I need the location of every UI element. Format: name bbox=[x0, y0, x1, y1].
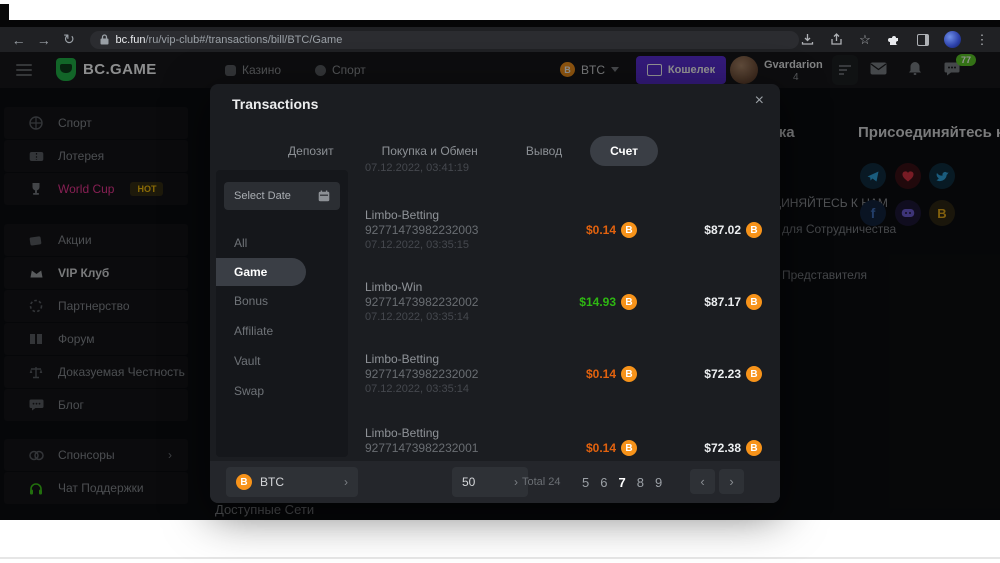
page-size-selector[interactable]: 50 › bbox=[452, 467, 528, 497]
browser-reload-button[interactable]: ↻ bbox=[56, 31, 81, 48]
tx-name: Limbo-Betting bbox=[365, 426, 766, 440]
chevron-right-icon: › bbox=[344, 475, 348, 489]
tab-bill[interactable]: Счет bbox=[590, 136, 658, 166]
transactions-modal: Transactions × Депозит Покупка и Обмен В… bbox=[210, 84, 780, 503]
share-icon[interactable] bbox=[828, 32, 844, 48]
filter-all[interactable]: All bbox=[216, 228, 348, 258]
next-page-button[interactable]: › bbox=[719, 469, 744, 494]
page-size-value: 50 bbox=[462, 475, 475, 489]
tx-amount: $0.14B bbox=[586, 222, 637, 238]
bitcoin-icon: B bbox=[621, 222, 637, 238]
browser-forward-button[interactable]: → bbox=[31, 32, 56, 48]
browser-toolbar: ← → ↻ bc.fun/ru/vip-club#/transactions/b… bbox=[0, 27, 1000, 52]
bitcoin-icon: B bbox=[746, 440, 762, 456]
filter-panel: Select Date All Game Bonus Affiliate Vau… bbox=[216, 170, 348, 457]
tx-balance: $87.17B bbox=[704, 294, 762, 310]
window-tabstrip bbox=[0, 20, 1000, 27]
window-bottom-edge bbox=[0, 557, 1000, 559]
filter-game[interactable]: Game bbox=[216, 258, 306, 286]
transaction-row: Limbo-Win 92771473982232002 07.12.2022, … bbox=[365, 280, 766, 340]
tx-amount: $0.14B bbox=[586, 366, 637, 382]
modal-footer: B BTC › 50 › Total 24 5 6 7 8 9 ‹ › bbox=[210, 461, 780, 503]
bitcoin-icon: B bbox=[236, 474, 252, 490]
side-panel-icon[interactable] bbox=[915, 32, 931, 48]
tab-withdraw[interactable]: Вывод bbox=[506, 136, 582, 166]
bitcoin-icon: B bbox=[621, 440, 637, 456]
tx-date: 07.12.2022, 03:35:14 bbox=[365, 310, 766, 325]
browser-menu-icon[interactable]: ⋮ bbox=[974, 32, 990, 48]
tx-amount: $14.93B bbox=[579, 294, 637, 310]
pagination: 5 6 7 8 9 bbox=[582, 461, 662, 503]
filter-vault[interactable]: Vault bbox=[216, 346, 348, 376]
tx-balance: $72.38B bbox=[704, 440, 762, 456]
url-path: /ru/vip-club#/transactions/bill/BTC/Game bbox=[145, 34, 342, 46]
chevron-right-icon: › bbox=[729, 474, 733, 489]
bitcoin-icon: B bbox=[746, 366, 762, 382]
bitcoin-icon: B bbox=[746, 294, 762, 310]
bitcoin-icon: B bbox=[621, 366, 637, 382]
tab-deposit[interactable]: Депозит bbox=[268, 136, 354, 166]
chevron-left-icon: ‹ bbox=[700, 474, 704, 489]
footer-currency-label: BTC bbox=[260, 475, 284, 489]
address-bar[interactable]: bc.fun/ru/vip-club#/transactions/bill/BT… bbox=[90, 31, 799, 49]
page-number-current[interactable]: 7 bbox=[618, 475, 625, 490]
tx-balance: $72.23B bbox=[704, 366, 762, 382]
tx-name: Limbo-Win bbox=[365, 280, 766, 294]
prev-page-button[interactable]: ‹ bbox=[690, 469, 715, 494]
close-icon[interactable]: × bbox=[755, 92, 764, 110]
bookmark-star-icon[interactable]: ☆ bbox=[857, 32, 873, 48]
lock-icon bbox=[100, 34, 109, 45]
bitcoin-icon: B bbox=[621, 294, 637, 310]
tx-balance: $87.02B bbox=[704, 222, 762, 238]
page-number[interactable]: 6 bbox=[600, 475, 607, 490]
filter-bonus[interactable]: Bonus bbox=[216, 286, 348, 316]
filter-list: All Game Bonus Affiliate Vault Swap bbox=[216, 228, 348, 406]
filter-swap[interactable]: Swap bbox=[216, 376, 348, 406]
page-number[interactable]: 9 bbox=[655, 475, 662, 490]
browser-back-button[interactable]: ← bbox=[6, 32, 31, 48]
tx-amount: $0.14B bbox=[586, 440, 637, 456]
calendar-icon bbox=[318, 190, 330, 202]
filter-affiliate[interactable]: Affiliate bbox=[216, 316, 348, 346]
url-domain: bc.fun bbox=[116, 34, 146, 46]
browser-profile-avatar[interactable] bbox=[944, 31, 961, 48]
modal-title: Transactions bbox=[232, 96, 318, 112]
tx-name: Limbo-Betting bbox=[365, 208, 766, 222]
transaction-row: Limbo-Betting 92771473982232003 07.12.20… bbox=[365, 208, 766, 268]
footer-currency-selector[interactable]: B BTC › bbox=[226, 467, 358, 497]
tx-date: 07.12.2022, 03:35:14 bbox=[365, 382, 766, 397]
bitcoin-icon: B bbox=[746, 222, 762, 238]
tx-name: Limbo-Betting bbox=[365, 352, 766, 366]
page-number[interactable]: 5 bbox=[582, 475, 589, 490]
select-date-label: Select Date bbox=[234, 190, 291, 202]
chevron-right-icon: › bbox=[514, 475, 518, 489]
transaction-row: Limbo-Betting 92771473982232002 07.12.20… bbox=[365, 352, 766, 412]
page-number[interactable]: 8 bbox=[637, 475, 644, 490]
screenshot-root: ← → ↻ bc.fun/ru/vip-club#/transactions/b… bbox=[0, 0, 1000, 563]
download-icon[interactable] bbox=[799, 32, 815, 48]
browser-actions: ☆ ⋮ bbox=[799, 31, 1000, 48]
select-date-button[interactable]: Select Date bbox=[224, 182, 340, 210]
extensions-puzzle-icon[interactable] bbox=[886, 32, 902, 48]
tx-date: 07.12.2022, 03:35:15 bbox=[365, 238, 766, 253]
total-count-label: Total 24 bbox=[522, 461, 561, 503]
partial-row-date: 07.12.2022, 03:41:19 bbox=[365, 162, 469, 174]
